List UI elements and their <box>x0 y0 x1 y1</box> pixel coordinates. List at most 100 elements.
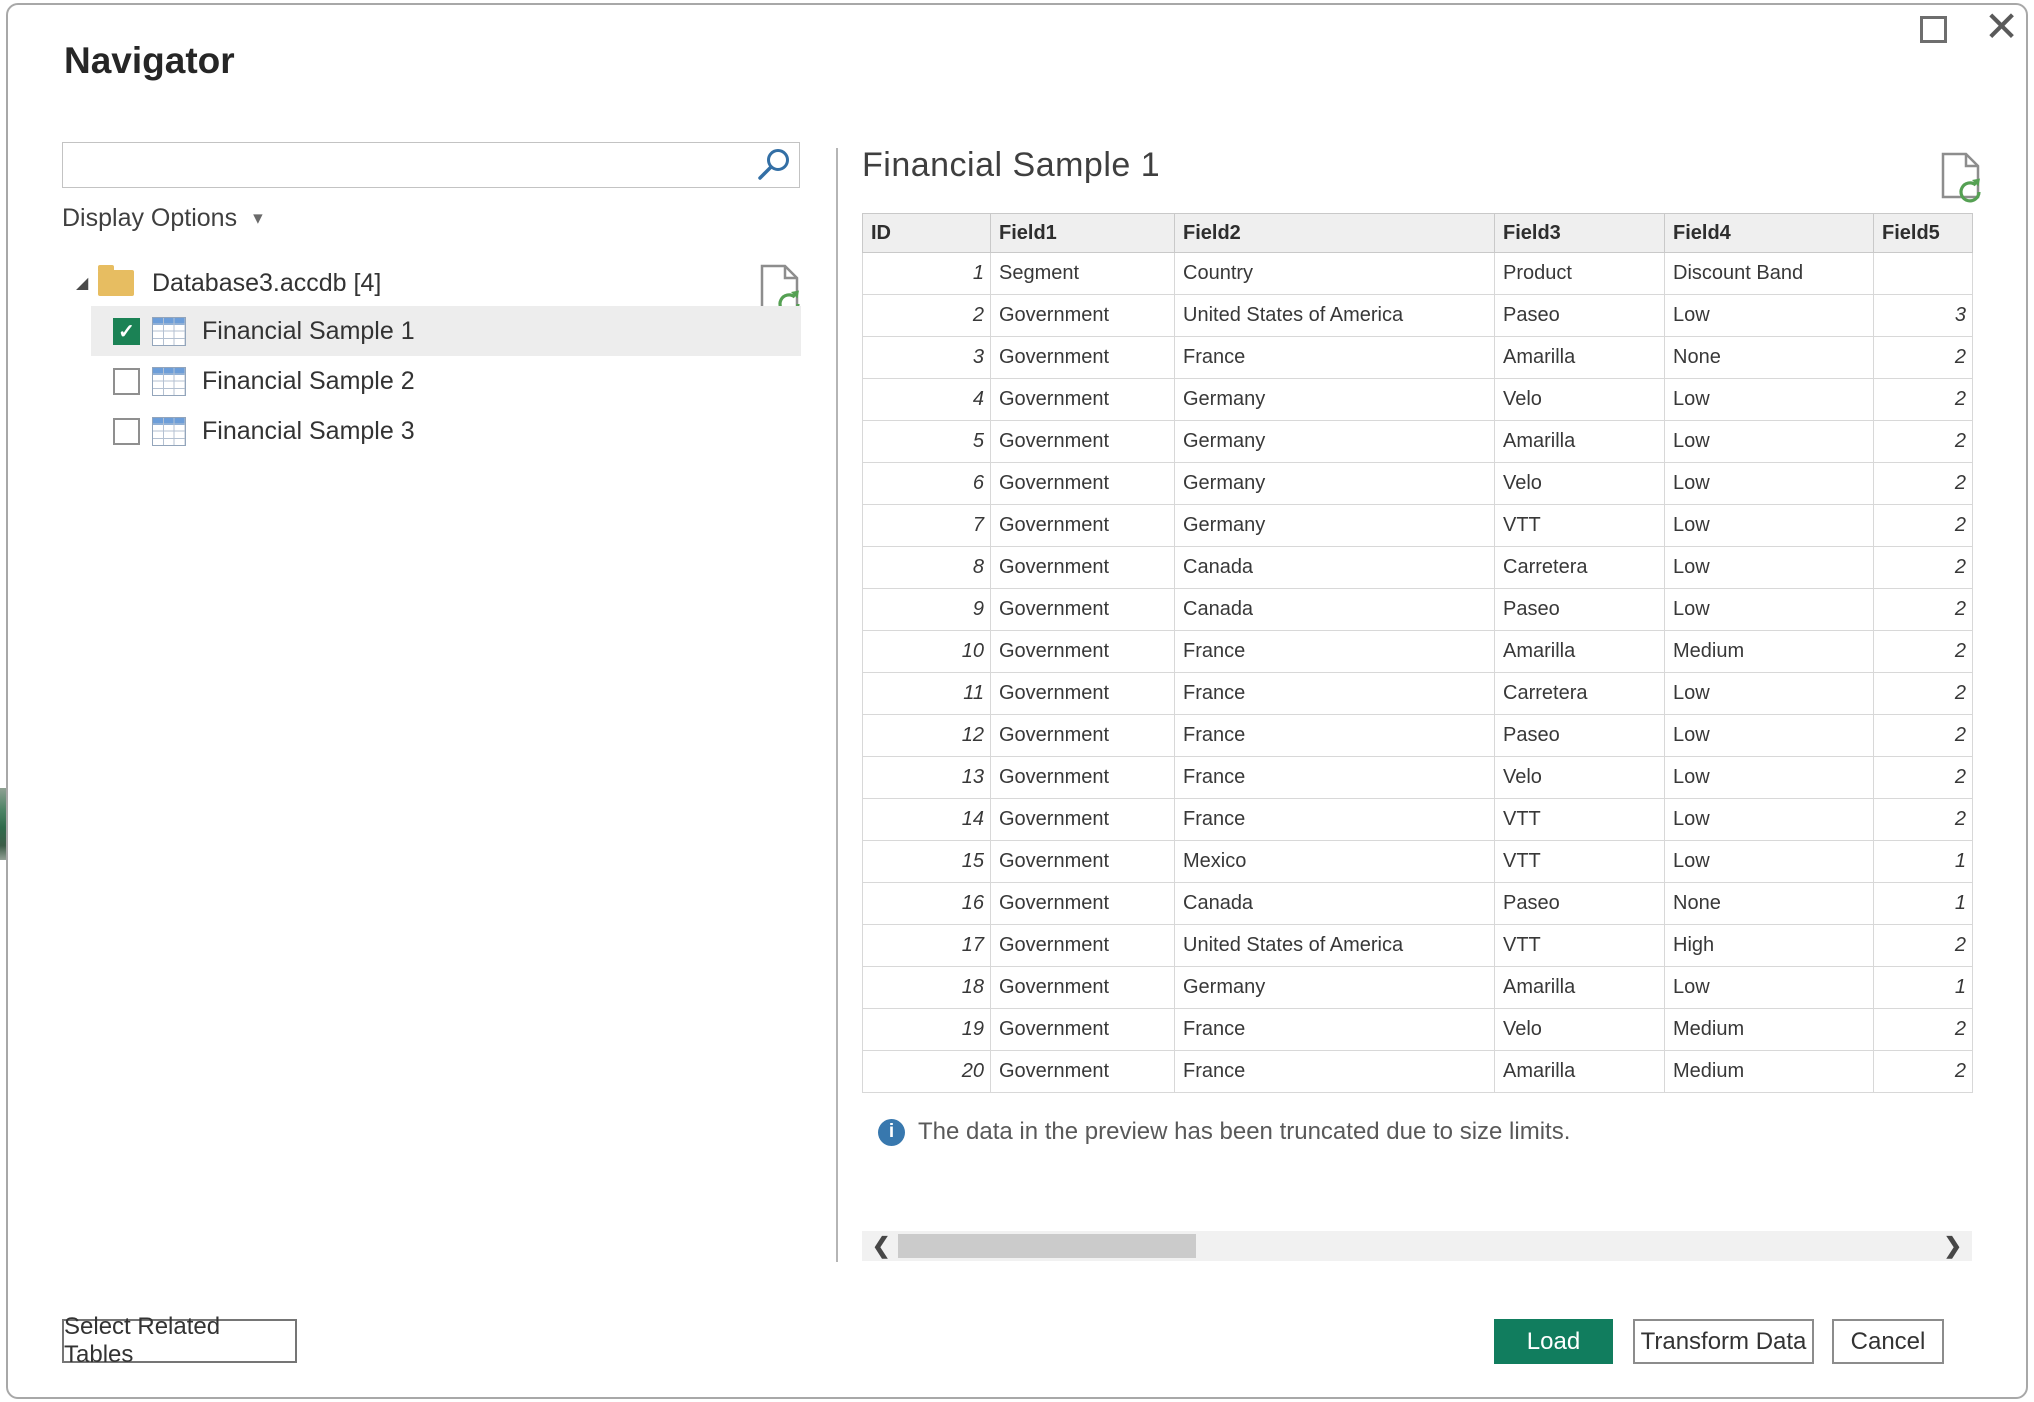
display-options-label: Display Options <box>62 204 237 233</box>
table-cell: 2 <box>863 295 991 337</box>
table-cell: Paseo <box>1495 589 1665 631</box>
horizontal-scrollbar[interactable]: ❮ ❯ <box>862 1231 1972 1261</box>
column-header: Field4 <box>1665 214 1874 253</box>
table-cell: Low <box>1665 841 1874 883</box>
table-cell: Medium <box>1665 1051 1874 1093</box>
table-cell: Carretera <box>1495 547 1665 589</box>
table-cell: 14 <box>863 799 991 841</box>
table-cell: Amarilla <box>1495 337 1665 379</box>
table-cell: Velo <box>1495 379 1665 421</box>
table-cell: VTT <box>1495 841 1665 883</box>
table-cell: Government <box>991 673 1175 715</box>
column-header: Field5 <box>1874 214 1973 253</box>
table-icon <box>152 317 186 346</box>
table-cell: Government <box>991 883 1175 925</box>
table-cell: Government <box>991 1051 1175 1093</box>
table-icon <box>152 367 186 396</box>
table-cell: Amarilla <box>1495 1051 1665 1093</box>
table-cell: 2 <box>1874 337 1973 379</box>
expand-triangle-icon[interactable]: ◢ <box>76 273 98 293</box>
preview-table: IDField1Field2Field3Field4Field5 1Segmen… <box>862 213 1972 1093</box>
table-cell: Government <box>991 589 1175 631</box>
table-cell: France <box>1175 757 1495 799</box>
table-row: 14GovernmentFranceVTTLow2 <box>863 799 1973 841</box>
table-cell: Paseo <box>1495 883 1665 925</box>
table-row: 18GovernmentGermanyAmarillaLow1 <box>863 967 1973 1009</box>
table-cell: 2 <box>1874 589 1973 631</box>
table-row: 9GovernmentCanadaPaseoLow2 <box>863 589 1973 631</box>
table-row: 4GovernmentGermanyVeloLow2 <box>863 379 1973 421</box>
refresh-table-icon[interactable] <box>1939 152 1985 204</box>
table-row: 5GovernmentGermanyAmarillaLow2 <box>863 421 1973 463</box>
scroll-right-icon[interactable]: ❯ <box>1944 1231 1962 1261</box>
table-cell: 2 <box>1874 547 1973 589</box>
table-cell: France <box>1175 1009 1495 1051</box>
table-cell: Germany <box>1175 967 1495 1009</box>
tree-item[interactable]: ✓Financial Sample 1 <box>91 306 801 356</box>
table-cell <box>1874 253 1973 295</box>
table-cell: Low <box>1665 673 1874 715</box>
table-cell: 17 <box>863 925 991 967</box>
scroll-left-icon[interactable]: ❮ <box>872 1231 890 1261</box>
table-cell: United States of America <box>1175 295 1495 337</box>
scrollbar-thumb[interactable] <box>898 1234 1196 1258</box>
tree-item[interactable]: Financial Sample 3 <box>91 406 801 456</box>
preview-title: Financial Sample 1 <box>862 146 1160 185</box>
table-cell: Low <box>1665 757 1874 799</box>
header-row: IDField1Field2Field3Field4Field5 <box>863 214 1973 253</box>
table-cell: 1 <box>1874 883 1973 925</box>
table-row: 10GovernmentFranceAmarillaMedium2 <box>863 631 1973 673</box>
table-cell: 2 <box>1874 379 1973 421</box>
table-row: 15GovernmentMexicoVTTLow1 <box>863 841 1973 883</box>
table-cell: Low <box>1665 505 1874 547</box>
chevron-down-icon: ▾ <box>253 207 263 230</box>
table-cell: 12 <box>863 715 991 757</box>
table-cell: Paseo <box>1495 295 1665 337</box>
table-cell: Low <box>1665 379 1874 421</box>
table-cell: Low <box>1665 295 1874 337</box>
table-cell: Germany <box>1175 379 1495 421</box>
table-cell: 1 <box>1874 841 1973 883</box>
panel-divider <box>836 148 838 1262</box>
table-cell: Low <box>1665 463 1874 505</box>
load-button[interactable]: Load <box>1494 1319 1613 1364</box>
folder-icon <box>98 270 134 296</box>
tree-item-checkbox[interactable]: ✓ <box>113 318 140 345</box>
table-cell: Government <box>991 337 1175 379</box>
table-cell: Amarilla <box>1495 631 1665 673</box>
column-header: Field2 <box>1175 214 1495 253</box>
search-input[interactable] <box>63 143 799 187</box>
display-options-dropdown[interactable]: Display Options ▾ <box>62 204 263 233</box>
table-cell: Government <box>991 379 1175 421</box>
table-cell: 2 <box>1874 421 1973 463</box>
maximize-icon[interactable] <box>1920 16 1947 43</box>
table-cell: 9 <box>863 589 991 631</box>
table-cell: 6 <box>863 463 991 505</box>
table-row: 20GovernmentFranceAmarillaMedium2 <box>863 1051 1973 1093</box>
table-cell: Low <box>1665 421 1874 463</box>
tree-item[interactable]: Financial Sample 2 <box>91 356 801 406</box>
table-cell: Carretera <box>1495 673 1665 715</box>
table-icon <box>152 417 186 446</box>
table-cell: Government <box>991 757 1175 799</box>
table-cell: VTT <box>1495 799 1665 841</box>
table-cell: 2 <box>1874 1051 1973 1093</box>
tree-item-checkbox[interactable] <box>113 368 140 395</box>
select-related-tables-button[interactable]: Select Related Tables <box>62 1319 297 1363</box>
table-cell: 10 <box>863 631 991 673</box>
close-icon[interactable]: ✕ <box>1984 4 2019 50</box>
table-cell: Low <box>1665 799 1874 841</box>
table-cell: Government <box>991 715 1175 757</box>
search-icon[interactable] <box>751 146 795 184</box>
table-cell: Medium <box>1665 1009 1874 1051</box>
table-cell: France <box>1175 631 1495 673</box>
table-cell: Canada <box>1175 589 1495 631</box>
transform-data-button[interactable]: Transform Data <box>1633 1319 1814 1364</box>
table-row: 8GovernmentCanadaCarreteraLow2 <box>863 547 1973 589</box>
tree-root-database[interactable]: ◢ Database3.accdb [4] <box>76 260 381 306</box>
table-cell: 2 <box>1874 925 1973 967</box>
cancel-button[interactable]: Cancel <box>1832 1319 1944 1364</box>
table-cell: Canada <box>1175 547 1495 589</box>
tree-item-checkbox[interactable] <box>113 418 140 445</box>
table-cell: Amarilla <box>1495 421 1665 463</box>
